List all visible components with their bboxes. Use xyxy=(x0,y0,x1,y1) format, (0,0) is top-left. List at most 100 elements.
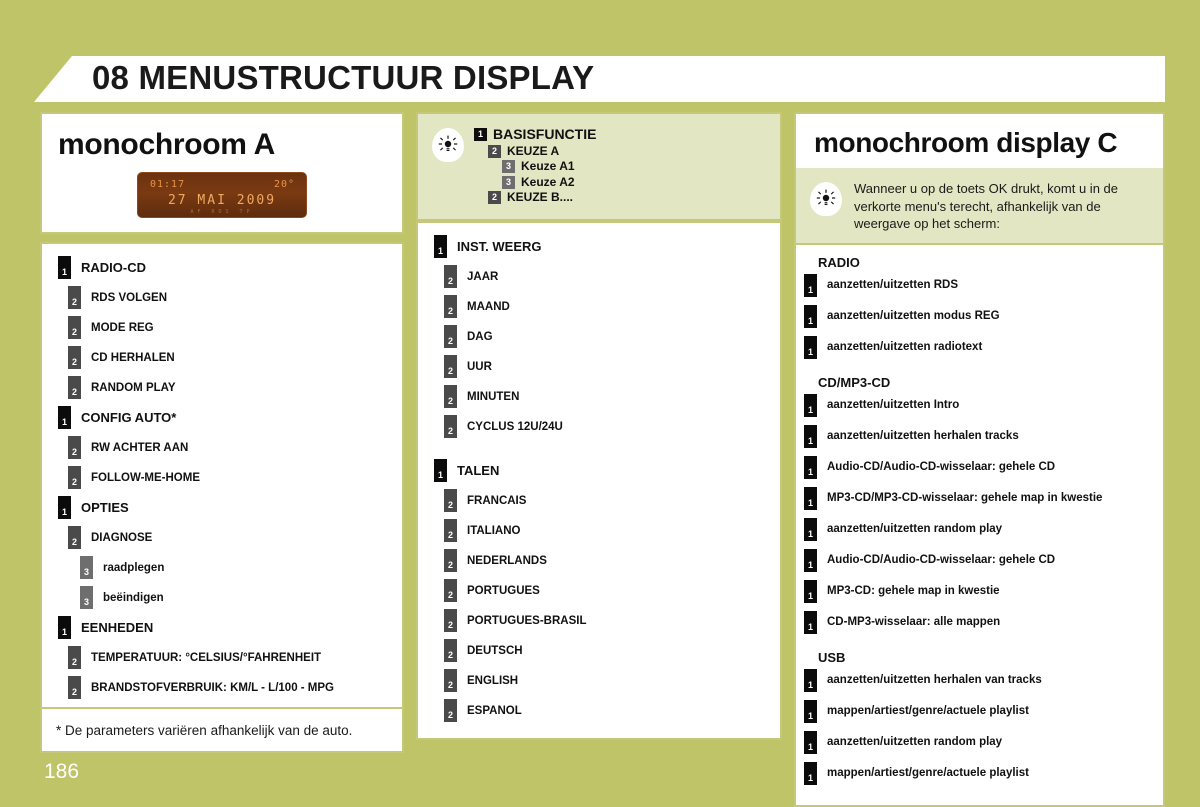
menu-item-label: CYCLUS 12U/24U xyxy=(467,420,563,433)
shortcut-item-label: aanzetten/uitzetten random play xyxy=(827,736,1003,749)
level-badge: 3 xyxy=(80,586,93,609)
legend-panel: 1 BASISFUNCTIE 2 KEUZE A 3 Keuze A1 3 Keuze A2 2… xyxy=(416,112,782,222)
legend-level-badge: 1 xyxy=(474,128,487,142)
monochroom-a-title: monochroom A xyxy=(58,128,275,161)
menu-item-level1[interactable]: 1 OPTIES xyxy=(52,496,392,519)
shortcut-item[interactable]: 1 aanzetten/uitzetten random play xyxy=(796,517,1163,541)
menu-item-level2[interactable]: 2 MINUTEN xyxy=(428,385,770,409)
menu-item-level1[interactable]: 1 INST. WEERG xyxy=(428,235,770,259)
legend-level-badge: 3 xyxy=(502,175,515,189)
menu-item-level2[interactable]: 2 ITALIANO xyxy=(428,519,770,543)
shortcut-item-label: Audio-CD/Audio-CD-wisselaar: gehele CD xyxy=(827,461,1056,474)
shortcut-item-label: aanzetten/uitzetten radiotext xyxy=(827,341,983,354)
level-badge: 1 xyxy=(434,459,447,483)
menu-item-level1[interactable]: 1 CONFIG AUTO* xyxy=(52,406,392,429)
monochroom-a-header-panel: monochroom A 01:17 20° 27 MAI 2009 AF RD… xyxy=(40,112,404,234)
level-badge: 1 xyxy=(804,424,817,448)
menu-tree-column1: 1 RADIO-CD 2 RDS VOLGEN 2 MODE REG 2 CD HERHALE… xyxy=(42,244,402,715)
legend-row-level2: 2 KEUZE A xyxy=(474,144,596,159)
shortcut-item[interactable]: 1 mappen/artiest/genre/actuele playlist xyxy=(796,699,1163,723)
legend-level-badge: 3 xyxy=(502,160,515,174)
monochroom-c-title: monochroom display C xyxy=(814,127,1118,158)
legend-example-tree: 1 BASISFUNCTIE 2 KEUZE A 3 Keuze A1 3 Keuze A2 2… xyxy=(474,126,596,205)
shortcut-item[interactable]: 1 aanzetten/uitzetten Intro xyxy=(796,393,1163,417)
menu-item-level1[interactable]: 1 TALEN xyxy=(428,459,770,483)
menu-item-label: TEMPERATUUR: °CELSIUS/°FAHRENHEIT xyxy=(91,651,322,664)
menu-item-level2[interactable]: 2 MAAND xyxy=(428,295,770,319)
level-badge: 2 xyxy=(444,549,457,573)
level-badge: 2 xyxy=(444,325,457,349)
menu-item-label: ITALIANO xyxy=(467,524,521,537)
shortcut-item[interactable]: 1 aanzetten/uitzetten random play xyxy=(796,730,1163,754)
level-badge: 1 xyxy=(804,273,817,297)
menu-item-level2[interactable]: 2 PORTUGUES xyxy=(428,579,770,603)
level-badge: 2 xyxy=(444,355,457,379)
menu-item-level2[interactable]: 2 RDS VOLGEN xyxy=(52,286,392,309)
shortcut-item[interactable]: 1 Audio-CD/Audio-CD-wisselaar: gehele CD xyxy=(796,548,1163,572)
menu-item-level3[interactable]: 3 raadplegen xyxy=(52,556,392,579)
menu-item-level1[interactable]: 1 EENHEDEN xyxy=(52,616,392,639)
monochroom-c-note: Wanneer u op de toets OK drukt, komt u i… xyxy=(794,168,1165,245)
shortcut-item[interactable]: 1 MP3-CD: gehele map in kwestie xyxy=(796,579,1163,603)
footnote-text: * De parameters variëren afhankelijk van… xyxy=(56,722,353,738)
menu-item-level2[interactable]: 2 PORTUGUES-BRASIL xyxy=(428,609,770,633)
legend-row-level3: 3 Keuze A1 xyxy=(474,159,596,174)
level-badge: 2 xyxy=(68,376,81,399)
column-monochroom-a: monochroom A 01:17 20° 27 MAI 2009 AF RD… xyxy=(40,112,404,717)
menu-item-label: FRANCAIS xyxy=(467,494,527,507)
shortcut-item-label: aanzetten/uitzetten random play xyxy=(827,523,1003,536)
display-substrip: AF RDS TP xyxy=(190,209,254,215)
menu-item-label: FOLLOW-ME-HOME xyxy=(91,471,200,484)
menu-item-level2[interactable]: 2 ESPANOL xyxy=(428,699,770,723)
menu-item-level2[interactable]: 2 RW ACHTER AAN xyxy=(52,436,392,459)
shortcut-item[interactable]: 1 MP3-CD/MP3-CD-wisselaar: gehele map in … xyxy=(796,486,1163,510)
menu-item-level2[interactable]: 2 DAG xyxy=(428,325,770,349)
shortcut-item[interactable]: 1 aanzetten/uitzetten radiotext xyxy=(796,335,1163,359)
menu-item-level2[interactable]: 2 DIAGNOSE xyxy=(52,526,392,549)
shortcut-item[interactable]: 1 Audio-CD/Audio-CD-wisselaar: gehele CD xyxy=(796,455,1163,479)
level-badge: 2 xyxy=(68,346,81,369)
level-badge: 1 xyxy=(804,517,817,541)
menu-item-level2[interactable]: 2 JAAR xyxy=(428,265,770,289)
menu-item-level2[interactable]: 2 RANDOM PLAY xyxy=(52,376,392,399)
level-badge: 1 xyxy=(434,235,447,259)
menu-item-level2[interactable]: 2 TEMPERATUUR: °CELSIUS/°FAHRENHEIT xyxy=(52,646,392,669)
menu-tree-column2: 1 INST. WEERG 2 JAAR 2 MAAND 2 DAG 2 UUR 2 MINUTEN 2… xyxy=(418,223,780,738)
menu-item-level2[interactable]: 2 DEUTSCH xyxy=(428,639,770,663)
menu-item-label: DEUTSCH xyxy=(467,644,523,657)
menu-item-label: DIAGNOSE xyxy=(91,531,153,544)
level-badge: 1 xyxy=(58,256,71,279)
level-badge: 1 xyxy=(804,335,817,359)
menu-item-level2[interactable]: 2 ENGLISH xyxy=(428,669,770,693)
shortcut-item[interactable]: 1 aanzetten/uitzetten herhalen tracks xyxy=(796,424,1163,448)
menu-item-level2[interactable]: 2 UUR xyxy=(428,355,770,379)
shortcut-item[interactable]: 1 CD-MP3-wisselaar: alle mappen xyxy=(796,610,1163,634)
display-time: 01:17 xyxy=(150,179,186,190)
menu-item-level1[interactable]: 1 RADIO-CD xyxy=(52,256,392,279)
menu-item-level2[interactable]: 2 CYCLUS 12U/24U xyxy=(428,415,770,439)
legend-row-level3: 3 Keuze A2 xyxy=(474,175,596,190)
shortcut-item-label: CD-MP3-wisselaar: alle mappen xyxy=(827,616,1001,629)
level-badge: 2 xyxy=(444,639,457,663)
shortcut-item-label: aanzetten/uitzetten herhalen tracks xyxy=(827,430,1019,443)
menu-item-level2[interactable]: 2 FRANCAIS xyxy=(428,489,770,513)
page-title: 08 MENUSTRUCTUUR DISPLAY xyxy=(92,59,595,96)
light-bulb-icon xyxy=(432,128,464,162)
monochroom-c-note-text: Wanneer u op de toets OK drukt, komt u i… xyxy=(854,181,1118,232)
shortcut-item[interactable]: 1 aanzetten/uitzetten modus REG xyxy=(796,304,1163,328)
column-legend-and-settings: 1 BASISFUNCTIE 2 KEUZE A 3 Keuze A1 3 Keuze A2 2… xyxy=(416,112,782,741)
shortcut-item[interactable]: 1 aanzetten/uitzetten RDS xyxy=(796,273,1163,297)
menu-item-level2[interactable]: 2 CD HERHALEN xyxy=(52,346,392,369)
menu-item-level2[interactable]: 2 BRANDSTOFVERBRUIK: KM/L - L/100 - MPG xyxy=(52,676,392,699)
menu-item-level2[interactable]: 2 MODE REG xyxy=(52,316,392,339)
shortcut-item[interactable]: 1 aanzetten/uitzetten herhalen van tracks xyxy=(796,668,1163,692)
menu-item-label: BRANDSTOFVERBRUIK: KM/L - L/100 - MPG xyxy=(91,681,335,694)
menu-item-level2[interactable]: 2 NEDERLANDS xyxy=(428,549,770,573)
shortcut-item[interactable]: 1 mappen/artiest/genre/actuele playlist xyxy=(796,761,1163,785)
menu-item-level2[interactable]: 2 FOLLOW-ME-HOME xyxy=(52,466,392,489)
menu-item-level3[interactable]: 3 beëindigen xyxy=(52,586,392,609)
menu-item-label: JAAR xyxy=(467,270,499,283)
level-badge: 2 xyxy=(68,316,81,339)
level-badge: 2 xyxy=(68,436,81,459)
